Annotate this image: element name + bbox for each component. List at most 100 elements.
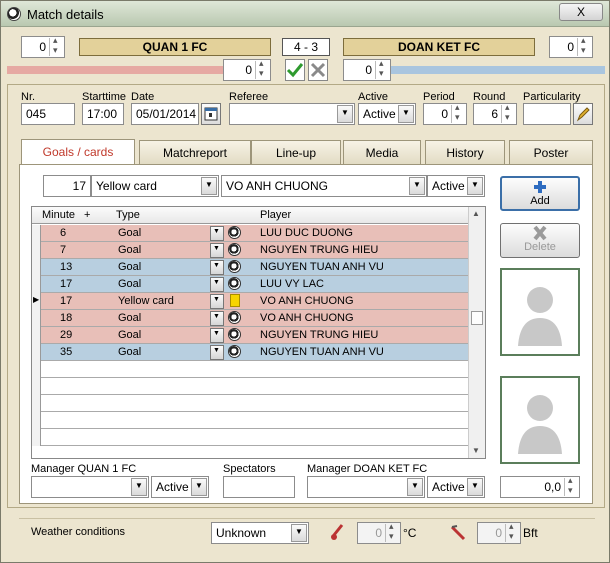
player-select[interactable]: VO ANH CHUONG xyxy=(221,175,427,197)
home-value-stepper[interactable]: 0 xyxy=(21,35,65,58)
row-type: Goal xyxy=(118,312,142,324)
row-player: LUU VY LAC xyxy=(260,278,324,290)
wind-value: 0 xyxy=(495,526,502,540)
type-select[interactable]: Yellow card xyxy=(91,175,219,197)
tab-poster[interactable]: Poster xyxy=(509,140,593,164)
row-type: Yellow card xyxy=(118,295,174,307)
table-header: Minute + Type Player xyxy=(32,207,469,224)
row-type-dropdown[interactable] xyxy=(210,243,224,258)
away-manager-label: Manager DOAN KET FC xyxy=(307,463,428,475)
table-row[interactable]: 35 Goal NGUYEN TUAN ANH VU xyxy=(32,344,469,361)
away-manager-status: Active xyxy=(432,480,465,494)
pencil-icon[interactable] xyxy=(573,103,593,125)
table-row[interactable] xyxy=(32,412,469,429)
row-type: Goal xyxy=(118,346,142,358)
delete-button[interactable]: Delete xyxy=(500,223,580,258)
cancel-icon[interactable] xyxy=(308,59,328,81)
entry-status-select[interactable]: Active xyxy=(427,175,485,197)
away-manager-select[interactable] xyxy=(307,476,425,498)
starttime-field[interactable]: 17:00 xyxy=(82,103,124,125)
row-type-dropdown[interactable] xyxy=(210,226,224,241)
home-sub-stepper[interactable]: 0 xyxy=(223,58,271,81)
temperature-value: 0 xyxy=(375,526,382,540)
row-indicator xyxy=(32,429,41,446)
confirm-icon[interactable] xyxy=(285,59,305,81)
table-row[interactable]: 7 Goal NGUYEN TRUNG HIEU xyxy=(32,242,469,259)
row-minute: 17 xyxy=(60,278,73,290)
minute-value: 17 xyxy=(72,179,86,193)
table-row[interactable]: 6 Goal LUU DUC DUONG xyxy=(32,225,469,242)
date-field[interactable]: 05/01/2014 xyxy=(131,103,199,125)
table-row[interactable] xyxy=(32,378,469,395)
home-manager-status-select[interactable]: Active xyxy=(151,476,209,498)
ball-icon xyxy=(228,243,241,256)
period-stepper[interactable]: 0 xyxy=(423,102,467,125)
col-player[interactable]: Player xyxy=(260,209,291,221)
calendar-icon[interactable] xyxy=(201,103,221,125)
spectators-label: Spectators xyxy=(223,463,276,475)
row-player: NGUYEN TUAN ANH VU xyxy=(260,346,384,358)
spectators-field[interactable] xyxy=(223,476,295,498)
nr-field[interactable]: 045 xyxy=(21,103,75,125)
add-button[interactable]: Add xyxy=(500,176,580,211)
tab-history[interactable]: History xyxy=(425,140,505,164)
row-indicator xyxy=(32,378,41,395)
referee-select[interactable] xyxy=(229,103,355,125)
row-type-dropdown[interactable] xyxy=(210,311,224,326)
tab-media[interactable]: Media xyxy=(343,140,421,164)
home-manager-select[interactable] xyxy=(31,476,149,498)
row-indicator xyxy=(32,225,41,242)
wind-stepper[interactable]: 0 xyxy=(477,521,521,544)
close-button[interactable]: X xyxy=(559,3,603,21)
table-row[interactable] xyxy=(32,429,469,446)
col-minute[interactable]: Minute xyxy=(42,209,75,221)
weather-select[interactable]: Unknown xyxy=(211,522,309,544)
active-select[interactable]: Active xyxy=(358,103,416,125)
row-type-dropdown[interactable] xyxy=(210,294,224,309)
scroll-up-icon[interactable]: ▲ xyxy=(472,209,480,218)
scroll-down-icon[interactable]: ▼ xyxy=(472,446,480,455)
add-label: Add xyxy=(530,195,550,207)
table-row[interactable] xyxy=(32,395,469,412)
away-value-stepper[interactable]: 0 xyxy=(549,35,593,58)
col-plus[interactable]: + xyxy=(84,209,90,221)
row-type-dropdown[interactable] xyxy=(210,260,224,275)
particularity-field[interactable] xyxy=(523,103,571,125)
tab-matchreport[interactable]: Matchreport xyxy=(139,140,251,164)
home-manager-label: Manager QUAN 1 FC xyxy=(31,463,137,475)
table-row[interactable] xyxy=(32,361,469,378)
home-value: 0 xyxy=(39,40,46,54)
home-sub-value: 0 xyxy=(245,63,252,77)
round-stepper[interactable]: 6 xyxy=(473,102,517,125)
tab-goals-cards[interactable]: Goals / cards xyxy=(21,139,135,166)
row-minute: 6 xyxy=(60,227,67,239)
table-row[interactable]: 29 Goal NGUYEN TRUNG HIEU xyxy=(32,327,469,344)
table-row[interactable]: 17 Goal LUU VY LAC xyxy=(32,276,469,293)
away-color-bar xyxy=(389,66,605,74)
yellow-card-icon xyxy=(230,294,240,307)
table-scrollbar[interactable]: ▲ ▼ xyxy=(468,207,485,458)
row-type-dropdown[interactable] xyxy=(210,328,224,343)
col-type[interactable]: Type xyxy=(116,209,140,221)
row-indicator xyxy=(32,412,41,429)
table-row[interactable]: ▶ 17 Yellow card VO ANH CHUONG xyxy=(32,293,469,310)
row-minute: 35 xyxy=(60,346,73,358)
scroll-thumb[interactable] xyxy=(471,311,483,325)
tab-line-up[interactable]: Line-up xyxy=(251,140,341,164)
rating-value: 0,0 xyxy=(544,480,561,494)
row-type-dropdown[interactable] xyxy=(210,345,224,360)
row-indicator xyxy=(32,361,41,378)
table-row[interactable]: 13 Goal NGUYEN TUAN ANH VU xyxy=(32,259,469,276)
player-value: VO ANH CHUONG xyxy=(226,179,329,193)
active-label: Active xyxy=(358,91,388,103)
minute-field[interactable]: 17 xyxy=(43,175,91,197)
row-indicator: ▶ xyxy=(32,293,41,310)
row-player: VO ANH CHUONG xyxy=(260,295,354,307)
row-type-dropdown[interactable] xyxy=(210,277,224,292)
rating-stepper[interactable]: 0,0 xyxy=(500,475,580,498)
temperature-stepper[interactable]: 0 xyxy=(357,521,401,544)
table-row[interactable]: 18 Goal VO ANH CHUONG xyxy=(32,310,469,327)
title-bar: Match details X xyxy=(1,1,609,27)
away-sub-stepper[interactable]: 0 xyxy=(343,58,391,81)
away-manager-status-select[interactable]: Active xyxy=(427,476,485,498)
